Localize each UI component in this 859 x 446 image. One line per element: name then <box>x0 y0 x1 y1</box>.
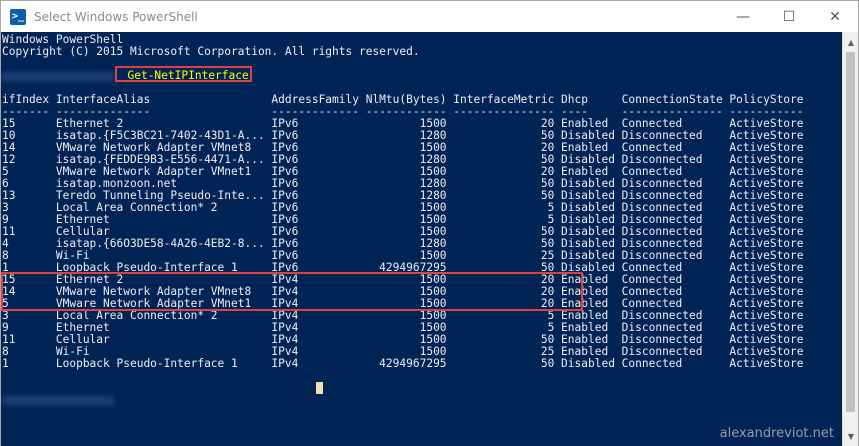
prompt-line <box>2 394 804 406</box>
window-title: Select Windows PowerShell <box>34 9 198 24</box>
scroll-up-arrow-icon[interactable]: ▲ <box>843 34 859 50</box>
command-highlight-box <box>115 66 252 82</box>
console-output: Windows PowerShell Copyright (C) 2015 Mic… <box>2 34 804 406</box>
blurred-prompt <box>2 395 114 405</box>
close-button[interactable]: ✕ <box>812 1 858 32</box>
blurred-prompt <box>2 71 114 81</box>
scrollbar-thumb[interactable] <box>846 52 855 412</box>
window-controls: — ☐ ✕ <box>720 1 858 32</box>
text-cursor <box>316 382 323 394</box>
scroll-down-arrow-icon[interactable]: ▼ <box>843 428 859 444</box>
watermark: alexandreviot.net <box>719 426 834 441</box>
table-row: 1 Loopback Pseudo-Interface 1 IPv4 42949… <box>2 357 804 370</box>
maximize-button[interactable]: ☐ <box>766 1 812 32</box>
minimize-button[interactable]: — <box>720 1 766 32</box>
powershell-icon[interactable]: >_ <box>10 8 26 25</box>
copyright-line: Copyright (C) 2015 Microsoft Corporation… <box>2 45 420 58</box>
console-area[interactable]: Windows PowerShell Copyright (C) 2015 Mic… <box>1 32 842 446</box>
ipv4-rows-highlight-box <box>1 272 583 311</box>
title-bar[interactable]: >_ Select Windows PowerShell — ☐ ✕ <box>1 1 858 32</box>
powershell-window: >_ Select Windows PowerShell — ☐ ✕ Windo… <box>0 0 859 446</box>
vertical-scrollbar[interactable]: ▲ ▼ <box>842 32 858 446</box>
